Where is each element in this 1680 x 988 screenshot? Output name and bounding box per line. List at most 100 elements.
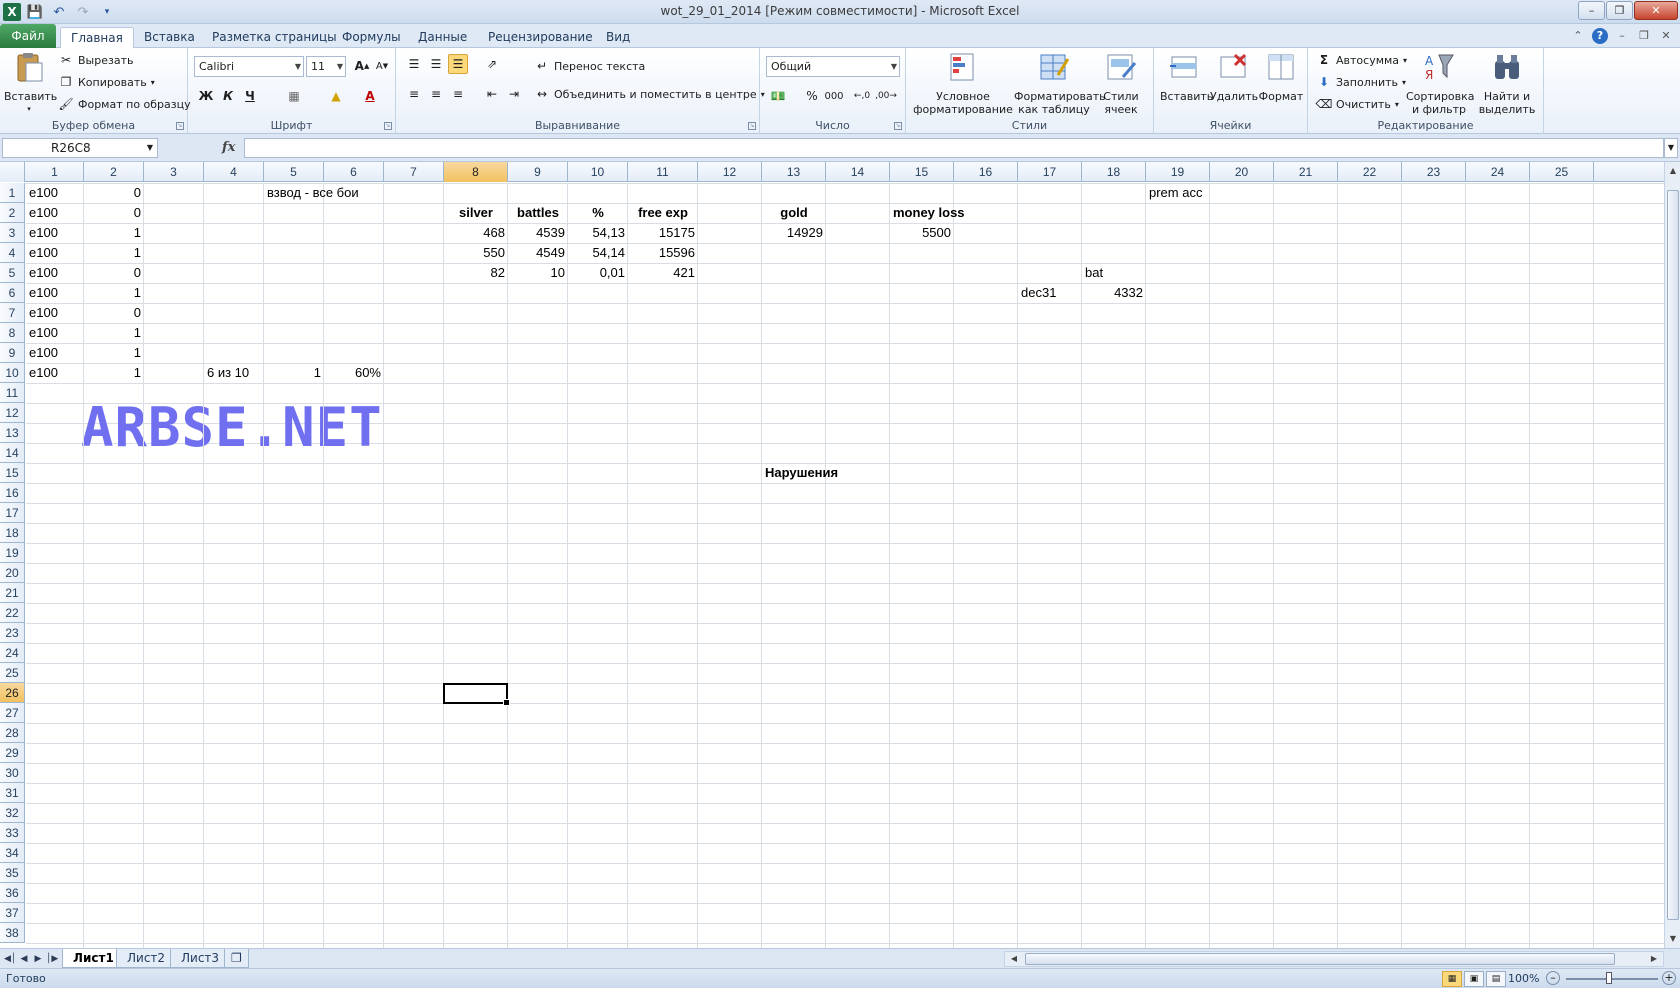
zoom-slider[interactable] bbox=[1566, 978, 1658, 980]
currency-icon[interactable]: 💵 bbox=[768, 86, 788, 106]
alignment-launcher-icon[interactable]: ↘ bbox=[748, 122, 756, 130]
row-header[interactable]: 1 bbox=[0, 183, 25, 203]
tab-file[interactable]: Файл bbox=[0, 24, 56, 48]
cell-r4c11[interactable]: 15596 bbox=[628, 243, 698, 263]
cell-r4c2[interactable]: 1 bbox=[84, 243, 144, 263]
vertical-scroll-thumb[interactable] bbox=[1667, 190, 1679, 920]
cell-r3c9[interactable]: 4539 bbox=[508, 223, 568, 243]
cell-r4c10[interactable]: 54,14 bbox=[568, 243, 628, 263]
cut-button[interactable]: ✂ Вырезать bbox=[58, 50, 134, 70]
format-as-table-button[interactable]: Форматировать как таблицу bbox=[1014, 51, 1106, 116]
cell-r10c4[interactable]: 6 из 10 bbox=[204, 363, 252, 383]
row-header[interactable]: 34 bbox=[0, 843, 25, 863]
doc-minimize-icon[interactable]: – bbox=[1614, 28, 1630, 44]
row-header[interactable]: 13 bbox=[0, 423, 25, 443]
column-header[interactable]: 17 bbox=[1018, 162, 1082, 182]
page-layout-view-icon[interactable]: ▣ bbox=[1464, 971, 1484, 987]
restore-button[interactable]: ❐ bbox=[1606, 1, 1633, 20]
grow-font-icon[interactable]: A ▲ bbox=[352, 56, 372, 76]
cell-r3c10[interactable]: 54,13 bbox=[568, 223, 628, 243]
underline-button[interactable]: Ч bbox=[240, 86, 260, 106]
cell-r9c1[interactable]: e100 bbox=[26, 343, 61, 363]
vertical-scrollbar[interactable]: ▲ ▼ bbox=[1664, 162, 1680, 948]
row-header[interactable]: 20 bbox=[0, 563, 25, 583]
conditional-formatting-button[interactable]: Условное форматирование bbox=[912, 51, 1014, 116]
align-right-icon[interactable]: ≡ bbox=[448, 84, 468, 104]
row-header[interactable]: 4 bbox=[0, 243, 25, 263]
row-header[interactable]: 12 bbox=[0, 403, 25, 423]
column-header[interactable]: 13 bbox=[762, 162, 826, 182]
cell-r5c2[interactable]: 0 bbox=[84, 263, 144, 283]
row-header[interactable]: 21 bbox=[0, 583, 25, 603]
shrink-font-icon[interactable]: A ▼ bbox=[372, 56, 392, 76]
format-painter-button[interactable]: 🖌 Формат по образцу bbox=[58, 94, 190, 114]
clipboard-launcher-icon[interactable]: ↘ bbox=[176, 122, 184, 130]
tab-view[interactable]: Вид bbox=[596, 27, 640, 48]
cell-r2c11[interactable]: free exp bbox=[628, 203, 698, 223]
percent-button[interactable]: % bbox=[802, 86, 822, 106]
cell-r1c2[interactable]: 0 bbox=[84, 183, 144, 203]
cell-r2c9[interactable]: battles bbox=[508, 203, 568, 223]
insert-function-icon[interactable]: fx bbox=[222, 140, 235, 155]
cell-r7c1[interactable]: e100 bbox=[26, 303, 61, 323]
cell-r2c13[interactable]: gold bbox=[762, 203, 826, 223]
row-header[interactable]: 22 bbox=[0, 603, 25, 623]
cell-r15c13[interactable]: Нарушения bbox=[762, 463, 841, 483]
row-header[interactable]: 35 bbox=[0, 863, 25, 883]
row-header[interactable]: 25 bbox=[0, 663, 25, 683]
help-icon[interactable]: ? bbox=[1592, 28, 1608, 44]
row-header[interactable]: 37 bbox=[0, 903, 25, 923]
row-header[interactable]: 19 bbox=[0, 543, 25, 563]
increase-decimal-icon[interactable]: ←,0 bbox=[852, 86, 872, 106]
orientation-icon[interactable]: ⇗ bbox=[482, 54, 502, 74]
zoom-in-icon[interactable]: + bbox=[1662, 971, 1676, 985]
cell-r3c1[interactable]: e100 bbox=[26, 223, 61, 243]
cell-r3c2[interactable]: 1 bbox=[84, 223, 144, 243]
cell-r8c1[interactable]: e100 bbox=[26, 323, 61, 343]
row-header[interactable]: 8 bbox=[0, 323, 25, 343]
minimize-ribbon-icon[interactable]: ⌃ bbox=[1570, 28, 1586, 44]
zoom-slider-thumb[interactable] bbox=[1606, 972, 1612, 984]
column-header[interactable]: 3 bbox=[144, 162, 204, 182]
column-header[interactable]: 16 bbox=[954, 162, 1018, 182]
align-center-icon[interactable]: ≡ bbox=[426, 84, 446, 104]
font-launcher-icon[interactable]: ↘ bbox=[384, 122, 392, 130]
fill-color-icon[interactable]: ▲ bbox=[326, 86, 346, 106]
bold-button[interactable]: Ж bbox=[196, 86, 216, 106]
column-header[interactable]: 9 bbox=[508, 162, 568, 182]
column-header[interactable]: 24 bbox=[1466, 162, 1530, 182]
row-header[interactable]: 30 bbox=[0, 763, 25, 783]
row-header[interactable]: 16 bbox=[0, 483, 25, 503]
font-size-combo[interactable]: 11 ▼ bbox=[306, 56, 346, 77]
name-box[interactable]: R26C8 ▼ bbox=[2, 138, 158, 158]
row-header[interactable]: 10 bbox=[0, 363, 25, 383]
cell-r3c11[interactable]: 15175 bbox=[628, 223, 698, 243]
cell-r6c18[interactable]: 4332 bbox=[1082, 283, 1146, 303]
row-header[interactable]: 27 bbox=[0, 703, 25, 723]
row-header[interactable]: 15 bbox=[0, 463, 25, 483]
tab-insert[interactable]: Вставка bbox=[134, 27, 205, 48]
expand-formula-bar-icon[interactable]: ▼ bbox=[1664, 138, 1678, 158]
cell-r4c1[interactable]: e100 bbox=[26, 243, 61, 263]
row-header[interactable]: 26 bbox=[0, 683, 25, 703]
borders-icon[interactable]: ▦ bbox=[284, 86, 304, 106]
cell-area[interactable]: ARBSE.NET e100 0 взвод - все бои prem acc e1… bbox=[26, 183, 1664, 948]
insert-cells-button[interactable]: Вставить bbox=[1160, 51, 1213, 103]
row-header[interactable]: 33 bbox=[0, 823, 25, 843]
cell-r10c5[interactable]: 1 bbox=[264, 363, 324, 383]
horizontal-scrollbar[interactable]: ◀ ▶ bbox=[1004, 951, 1664, 967]
sheet-tab-2[interactable]: Лист2 bbox=[116, 949, 177, 968]
column-header[interactable]: 11 bbox=[628, 162, 698, 182]
sheet-tab-3[interactable]: Лист3 bbox=[170, 949, 231, 968]
zoom-out-icon[interactable]: – bbox=[1546, 971, 1560, 985]
row-header[interactable]: 31 bbox=[0, 783, 25, 803]
row-header[interactable]: 11 bbox=[0, 383, 25, 403]
cell-r3c8[interactable]: 468 bbox=[444, 223, 508, 243]
row-header[interactable]: 7 bbox=[0, 303, 25, 323]
scroll-up-icon[interactable]: ▲ bbox=[1666, 164, 1680, 178]
row-header[interactable]: 38 bbox=[0, 923, 25, 943]
cell-r2c8[interactable]: silver bbox=[444, 203, 508, 223]
scroll-right-icon[interactable]: ▶ bbox=[1647, 952, 1661, 966]
delete-cells-button[interactable]: Удалить bbox=[1210, 51, 1258, 103]
cell-r4c8[interactable]: 550 bbox=[444, 243, 508, 263]
